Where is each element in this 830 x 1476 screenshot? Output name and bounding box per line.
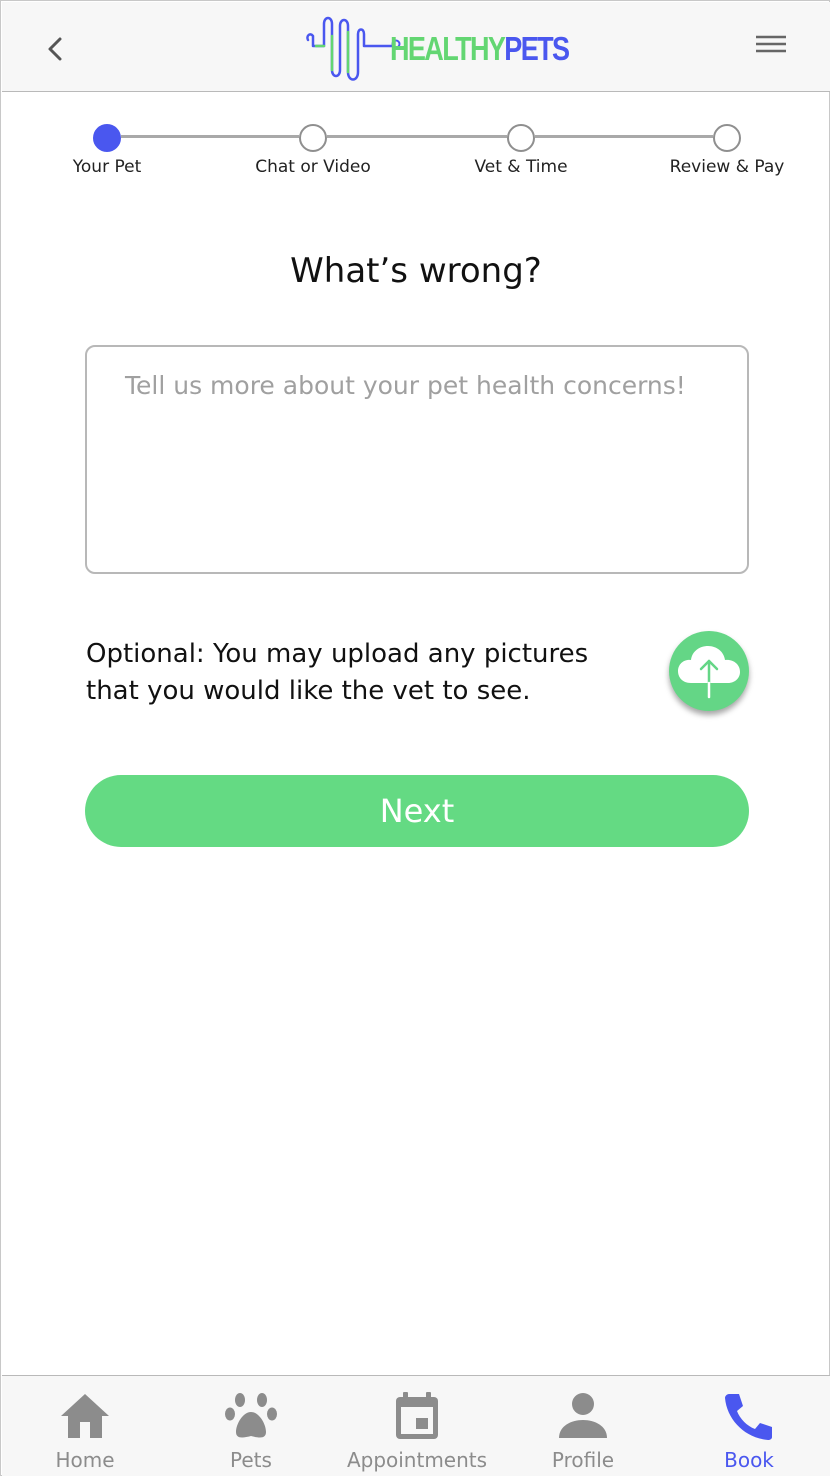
nav-label-pets: Pets (230, 1448, 272, 1472)
logo-wordmark: HEALTHYPETS (390, 30, 570, 68)
chevron-left-icon (48, 37, 62, 61)
paw-icon (225, 1393, 277, 1438)
healthypets-logo: HEALTHYPETS (302, 12, 570, 88)
step-dot-your-pet[interactable] (93, 124, 121, 152)
nav-item-profile[interactable]: Profile (500, 1376, 666, 1476)
app-header: HEALTHYPETS (2, 2, 830, 92)
upload-instructions: Optional: You may upload any pictures th… (86, 639, 589, 706)
cloud-upload-icon (678, 646, 740, 699)
nav-item-home[interactable]: Home (2, 1376, 168, 1476)
home-icon (61, 1394, 109, 1438)
step-dot-review-and-pay[interactable] (713, 124, 741, 152)
step-connector (327, 135, 507, 138)
step-dot-chat-or-video[interactable] (299, 124, 327, 152)
step-label-your-pet: Your Pet (72, 157, 142, 177)
heartbeat-stethoscope-icon (306, 16, 401, 81)
nav-label-profile: Profile (551, 1448, 615, 1472)
step-dot-vet-and-time[interactable] (507, 124, 535, 152)
nav-label-book: Book (724, 1448, 774, 1472)
nav-item-appointments[interactable]: Appointments (334, 1376, 500, 1476)
phone-icon (725, 1394, 772, 1440)
step-label-chat-or-video: Chat or Video (255, 157, 371, 177)
logo-text-pets: PETS (504, 30, 570, 67)
bottom-navigation: Home Pets Appointments Profile Book (2, 1375, 830, 1476)
health-concerns-input[interactable] (85, 345, 749, 574)
nav-item-book[interactable]: Book (666, 1376, 830, 1476)
back-button[interactable] (36, 29, 76, 69)
calendar-icon (396, 1392, 438, 1439)
step-label-review-and-pay: Review & Pay (669, 157, 785, 177)
nav-label-home: Home (55, 1448, 115, 1472)
upload-photo-button[interactable] (669, 631, 749, 711)
app-screen: HEALTHYPETS Your Pet Chat or Video Vet &… (0, 0, 830, 1476)
nav-item-pets[interactable]: Pets (168, 1376, 334, 1476)
menu-button[interactable] (750, 30, 790, 64)
step-connector (535, 135, 713, 138)
logo-text-healthy: HEALTHY (390, 30, 506, 67)
page-title: What’s wrong? (290, 251, 542, 291)
step-label-vet-and-time: Vet & Time (474, 157, 568, 177)
next-button[interactable]: Next (85, 775, 749, 847)
nav-label-appointments: Appointments (346, 1448, 488, 1472)
hamburger-menu-icon (756, 35, 786, 53)
step-connector (121, 135, 299, 138)
person-icon (559, 1393, 607, 1438)
